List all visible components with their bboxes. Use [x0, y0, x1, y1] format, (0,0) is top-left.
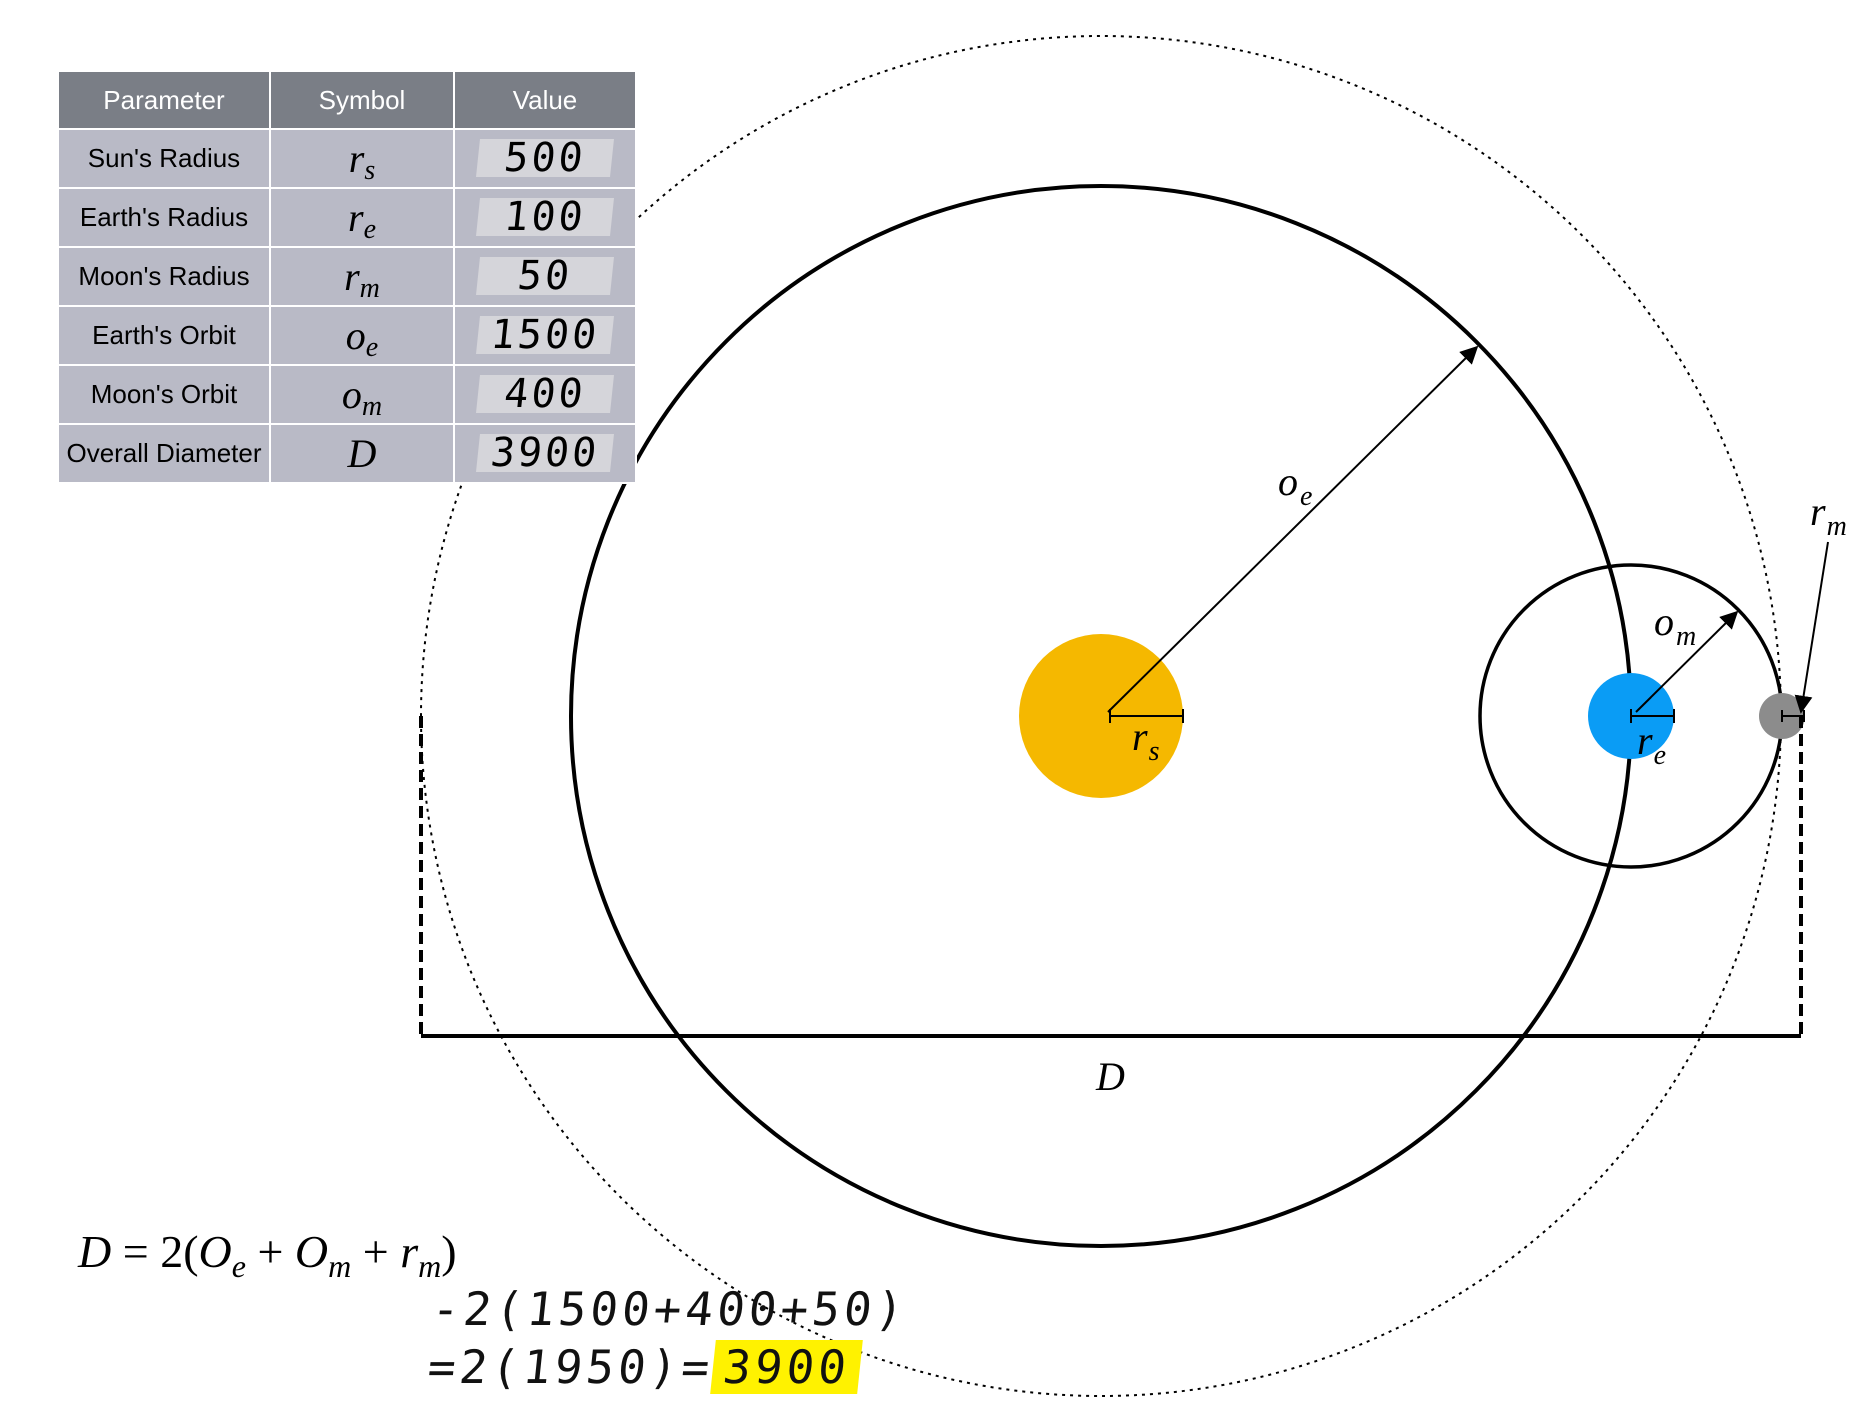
calculation-step: =2(1950)=: [425, 1340, 717, 1394]
diameter-label: D: [1095, 1054, 1125, 1099]
value-field[interactable]: 3900: [476, 430, 614, 476]
parameter-table: Parameter Symbol Value Sun's Radius rs 5…: [57, 70, 637, 484]
symbol-cell: oe: [269, 305, 455, 366]
table-row-overall-diameter: Overall Diameter D 3900: [57, 423, 637, 484]
symbol-cell: re: [269, 187, 455, 248]
header-parameter: Parameter: [57, 70, 271, 130]
value-cell: 500: [453, 128, 637, 189]
moon-radius-label: rm: [1810, 489, 1847, 542]
header-symbol: Symbol: [269, 70, 455, 130]
symbol-cell: rs: [269, 128, 455, 189]
diameter-formula: D = 2(Oe + Om + rm): [78, 1226, 457, 1284]
value-field[interactable]: 500: [476, 135, 614, 181]
value-cell: 1500: [453, 305, 637, 366]
table-row-earth-radius: Earth's Radius re 100: [57, 187, 637, 248]
parameter-cell: Overall Diameter: [57, 423, 271, 484]
parameter-cell: Moon's Orbit: [57, 364, 271, 425]
parameter-cell: Earth's Radius: [57, 187, 271, 248]
symbol-cell: rm: [269, 246, 455, 307]
value-field[interactable]: 1500: [476, 312, 614, 358]
moon-orbit-label: om: [1654, 599, 1696, 652]
header-value: Value: [453, 70, 637, 130]
table-row-sun-radius: Sun's Radius rs 500: [57, 128, 637, 189]
value-cell: 100: [453, 187, 637, 248]
symbol-cell: om: [269, 364, 455, 425]
moon-radius-pointer-arrow: [1794, 541, 1829, 714]
parameter-cell: Moon's Radius: [57, 246, 271, 307]
value-field[interactable]: 100: [476, 194, 614, 240]
table-row-earth-orbit: Earth's Orbit oe 1500: [57, 305, 637, 366]
value-field[interactable]: 50: [476, 253, 614, 299]
table-row-moon-radius: Moon's Radius rm 50: [57, 246, 637, 307]
symbol-cell: D: [269, 423, 455, 484]
handwritten-calculation-line-1: -2(1500+400+50): [429, 1282, 911, 1336]
parameter-cell: Sun's Radius: [57, 128, 271, 189]
table-header-row: Parameter Symbol Value: [57, 70, 637, 130]
earth-orbit-label: oe: [1278, 459, 1312, 512]
parameter-cell: Earth's Orbit: [57, 305, 271, 366]
highlighted-result: 3900: [710, 1340, 863, 1394]
table-row-moon-orbit: Moon's Orbit om 400: [57, 364, 637, 425]
earth-orbit-radius-arrow: [1107, 345, 1479, 713]
value-field[interactable]: 400: [476, 371, 614, 417]
value-cell: 3900: [453, 423, 637, 484]
value-cell: 400: [453, 364, 637, 425]
value-cell: 50: [453, 246, 637, 307]
handwritten-calculation-line-2: =2(1950)=3900: [425, 1340, 863, 1394]
